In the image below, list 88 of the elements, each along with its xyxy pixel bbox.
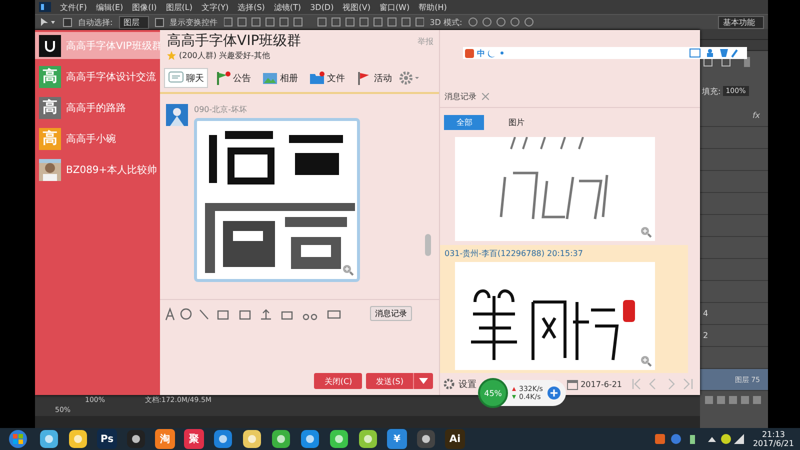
folder-icon	[309, 71, 325, 85]
settings-icon[interactable]	[443, 378, 456, 390]
app-icon[interactable]	[126, 429, 146, 449]
auto-select-label: 自动选择:	[78, 16, 113, 28]
zoom-in-icon[interactable]	[640, 355, 652, 368]
sender-name: 090-北京-坏坏	[194, 104, 248, 115]
contact-name: 高高手字体设计交流	[66, 70, 156, 84]
app-icon[interactable]	[416, 429, 436, 449]
app-icon[interactable]	[300, 429, 320, 449]
app-icon[interactable]	[213, 429, 233, 449]
history-button[interactable]: 消息记录	[370, 306, 412, 321]
menu-item[interactable]: 文件(F)	[60, 2, 87, 12]
caret-icon	[419, 378, 428, 384]
contact-name: 高高手的路路	[66, 102, 126, 114]
zoom-in-icon[interactable]	[640, 226, 652, 238]
history-tab[interactable]: 消息记录	[444, 91, 476, 102]
app-icon[interactable]	[39, 429, 59, 449]
layer-select[interactable]: 图层	[118, 16, 149, 28]
date-label: 2017-6-21	[580, 380, 622, 389]
clock-date[interactable]: 2017/6/21	[752, 439, 794, 448]
speech-bubble-icon	[168, 71, 184, 85]
effects-label: fx	[752, 111, 760, 120]
menu-item[interactable]: 帮助(H)	[418, 2, 447, 12]
app-icon[interactable]	[329, 429, 349, 449]
menu-item[interactable]: 编辑(E)	[96, 2, 124, 12]
layer-name[interactable]: 4	[703, 309, 708, 318]
horseshoe-icon	[39, 34, 61, 56]
send-options-button[interactable]	[413, 373, 434, 389]
contact-name: BZ089+本人比较帅	[66, 164, 158, 176]
clock-time[interactable]: 21:13	[762, 430, 786, 439]
zoom-in-icon[interactable]	[342, 264, 354, 276]
image-icon	[262, 71, 278, 85]
contact-item[interactable]: 高 高高手字体设计交流	[35, 63, 160, 90]
menu-item[interactable]: 视图(V)	[342, 2, 370, 12]
menu-item[interactable]: 文字(Y)	[201, 2, 229, 12]
star-icon	[167, 51, 176, 60]
taskbar-app[interactable]: ¥	[387, 429, 407, 449]
contact-name: 高高手小碗	[66, 132, 116, 146]
transform-controls-label: 显示变换控件	[170, 16, 218, 28]
menu-item[interactable]: 3D(D)	[310, 2, 334, 12]
contact-item[interactable]: 高 高高手小碗	[35, 125, 160, 152]
send-button[interactable]: 发送(S)	[366, 373, 414, 389]
3d-mode-label: 3D 模式:	[430, 16, 462, 28]
plus-icon[interactable]	[546, 386, 561, 400]
menu-item[interactable]: 图层(L)	[166, 2, 192, 12]
scrollbar-thumb[interactable]	[425, 234, 432, 256]
layer-name[interactable]: 2	[703, 331, 708, 340]
contact-item[interactable]: BZ089+本人比较帅	[35, 156, 160, 183]
menu-item[interactable]: 滤镜(T)	[274, 2, 302, 12]
chat-tab[interactable]: 文件	[305, 68, 349, 88]
fill-label: 填充:	[702, 86, 721, 96]
app-icon[interactable]	[271, 429, 291, 449]
checkbox[interactable]	[154, 18, 164, 26]
chat-tab[interactable]: 相册	[258, 68, 302, 88]
sogou-logo-icon	[465, 48, 474, 58]
menu-item[interactable]: 窗口(W)	[379, 2, 410, 12]
avatar: 高	[39, 66, 61, 88]
settings-link[interactable]: 设置	[458, 378, 476, 391]
avatar: 高	[39, 96, 61, 118]
message-header: 031-贵州-李百(12296788) 20:15:37	[443, 248, 584, 260]
chat-tab[interactable]: 活动	[352, 68, 396, 88]
start-button[interactable]	[6, 429, 30, 449]
filter-tab[interactable]: 图片	[496, 115, 536, 130]
chat-tab[interactable]: 聊天	[164, 68, 208, 88]
app-icon[interactable]	[358, 429, 378, 449]
app-logo	[39, 2, 51, 12]
taskbar-app[interactable]: Ps	[97, 429, 117, 449]
input-mode[interactable]: 中	[477, 48, 485, 58]
group-info: (200人群) 兴趣爱好-其他	[179, 50, 270, 61]
filter-tab[interactable]: 全部	[444, 115, 484, 130]
settings-icon[interactable]	[399, 71, 421, 85]
app-icon[interactable]	[68, 429, 88, 449]
workspace-select[interactable]: 基本功能	[718, 16, 764, 28]
group-title: 高高手字体VIP班级群	[167, 32, 302, 50]
calendar-icon[interactable]	[566, 378, 578, 390]
menu-item[interactable]: 选择(S)	[238, 2, 265, 12]
chat-tab[interactable]: 公告	[211, 68, 255, 88]
layer-actions-icons-drawing	[704, 395, 764, 405]
app-icon[interactable]	[242, 429, 262, 449]
flag-icon	[215, 71, 231, 85]
close-button[interactable]: 关闭(C)	[314, 373, 362, 389]
checkbox[interactable]	[63, 18, 72, 26]
taskbar-app[interactable]: Ai	[445, 429, 465, 449]
contact-item[interactable]: 高 高高手的路路	[35, 94, 160, 121]
move-tool-icon[interactable]	[39, 17, 57, 27]
avatar: 高	[39, 128, 61, 150]
menu-item[interactable]: 图像(I)	[132, 2, 157, 12]
taskbar-app[interactable]: 聚	[184, 429, 204, 449]
